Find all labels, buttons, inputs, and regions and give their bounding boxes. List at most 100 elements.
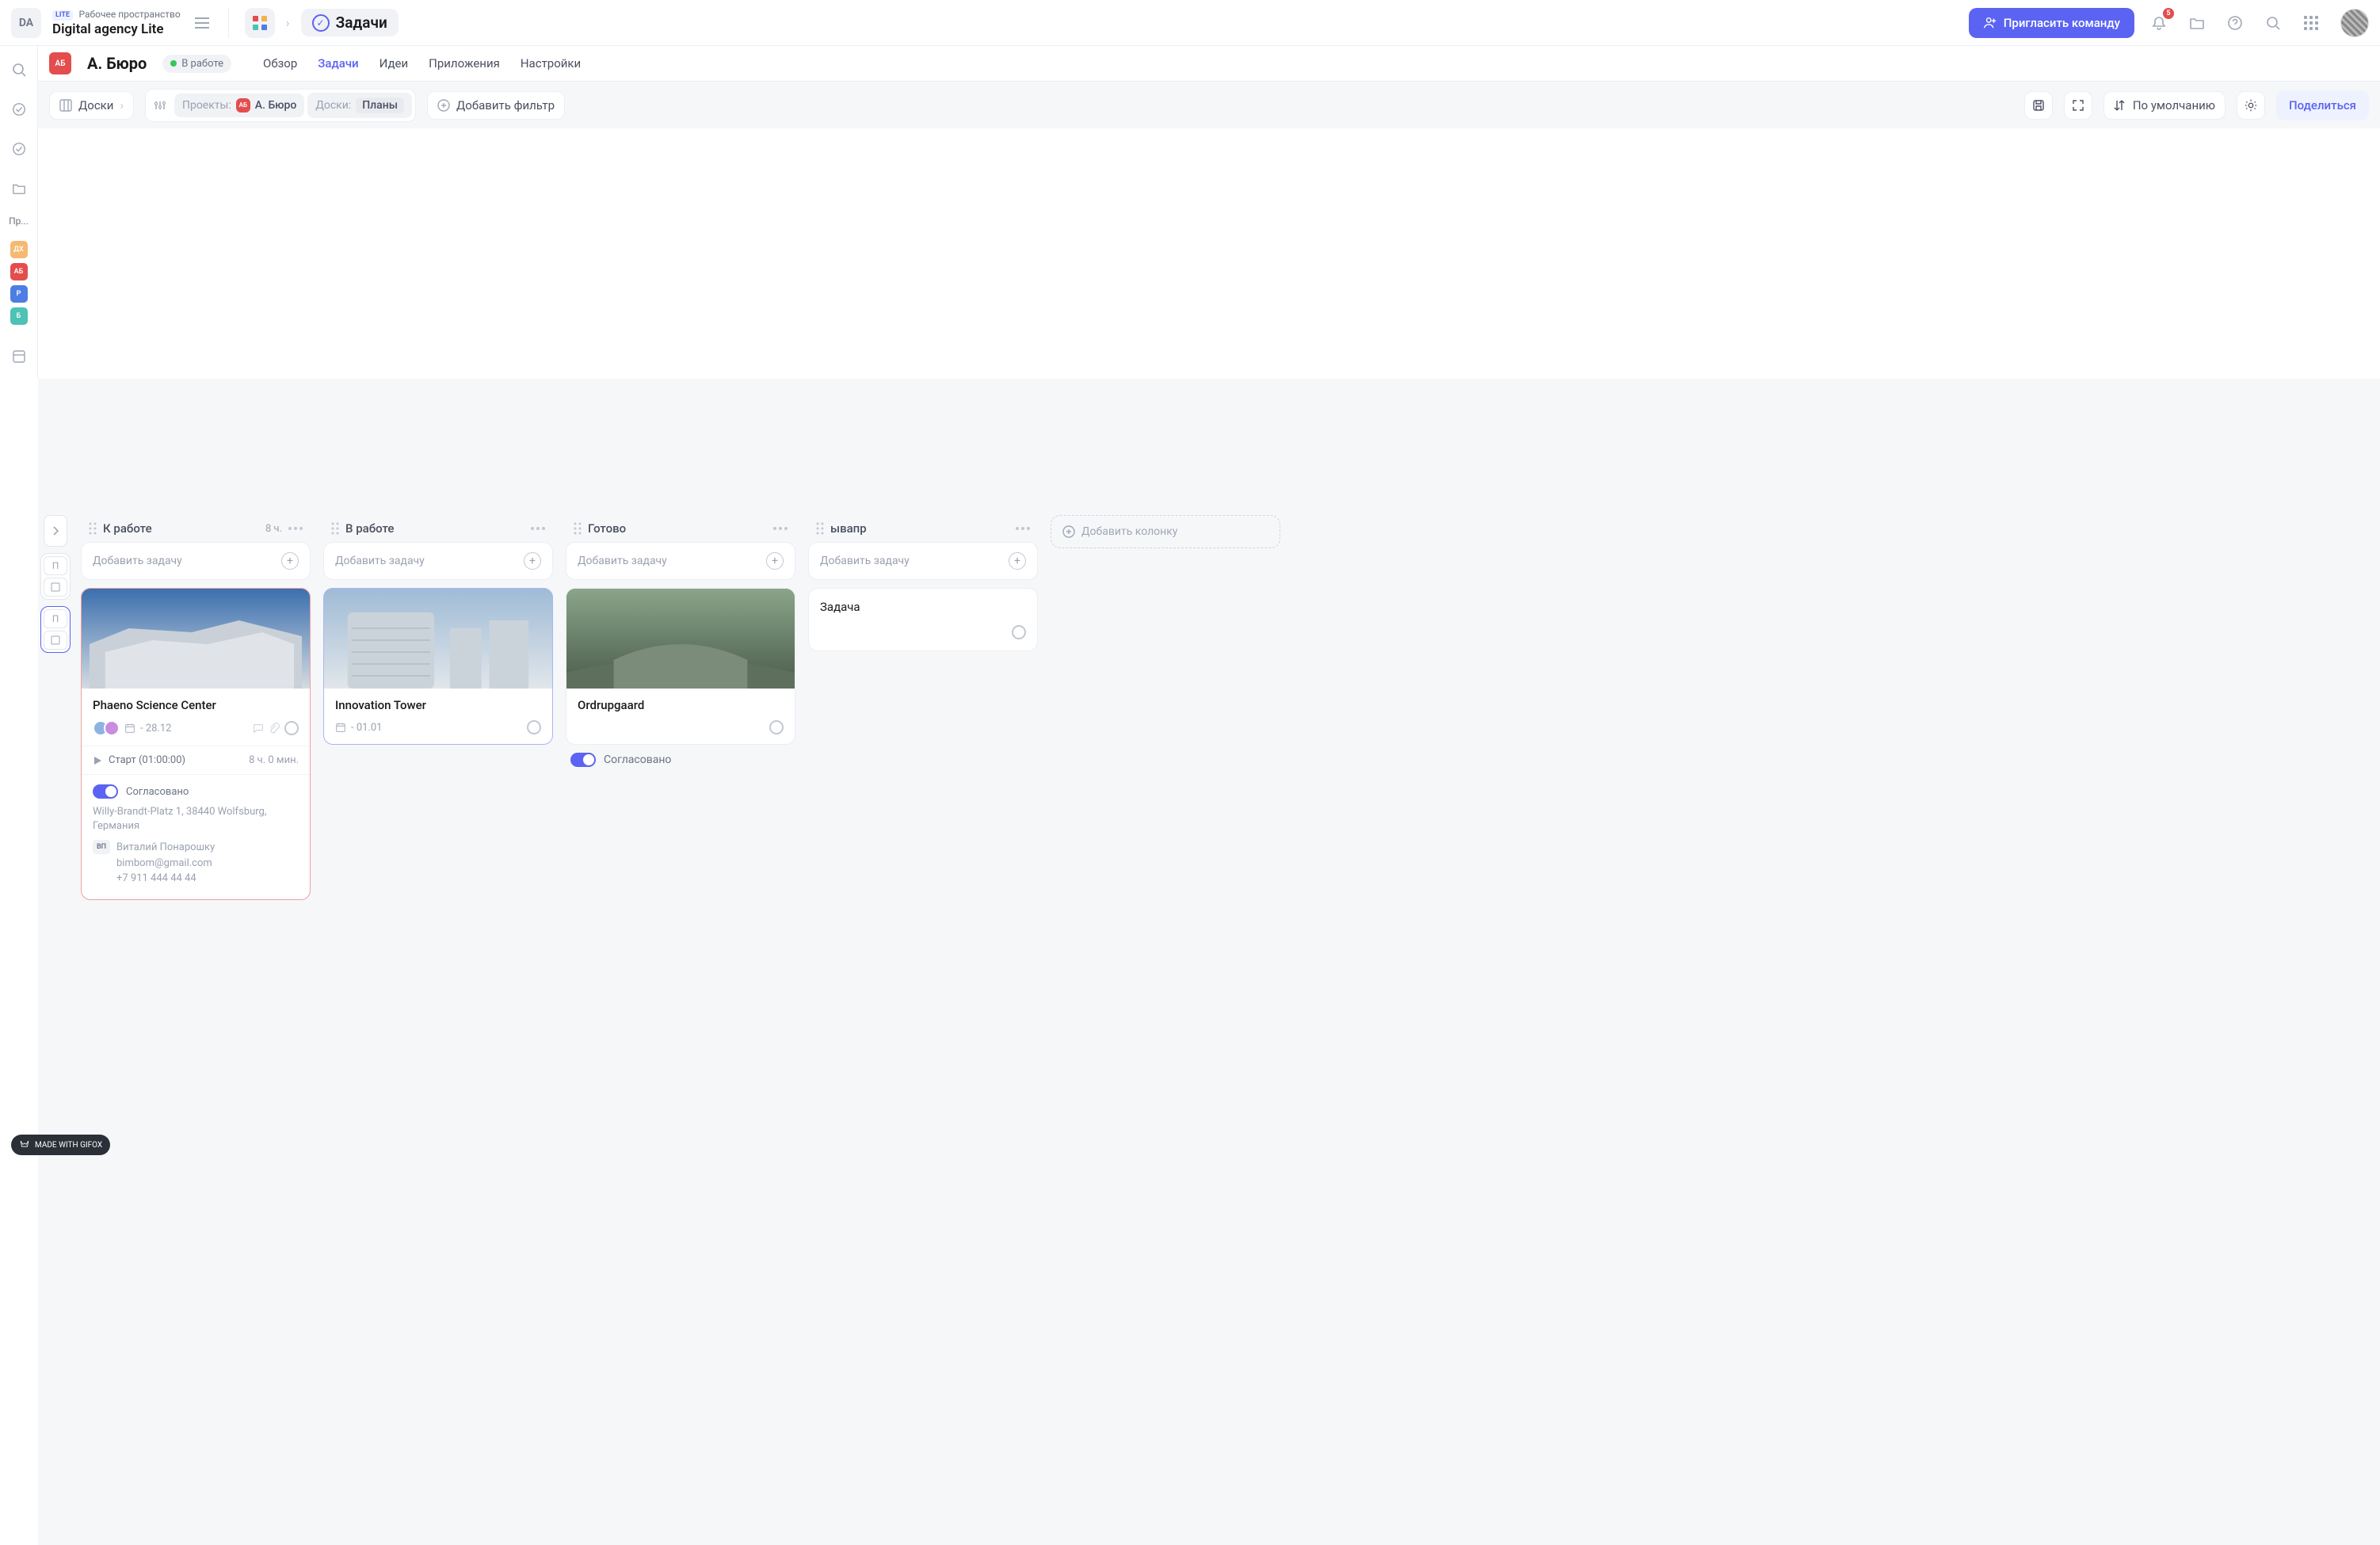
project-badge[interactable]: Б <box>10 307 28 325</box>
filter-projects[interactable]: Проекты: АБ А. Бюро <box>174 93 304 117</box>
boards-view-button[interactable]: Доски › <box>49 91 134 120</box>
sidebar-bottom-button[interactable] <box>6 344 32 369</box>
mini-board-2b[interactable] <box>44 631 67 650</box>
column-header: К работе 8 ч. <box>81 515 311 542</box>
sidebar-item-check1[interactable] <box>6 97 32 122</box>
duration-label: 8 ч. 0 мин. <box>249 754 299 766</box>
card-timer-row[interactable]: Старт (01:00:00) 8 ч. 0 мин. <box>82 746 310 774</box>
status-circle-icon[interactable] <box>1012 625 1026 639</box>
sort-icon <box>2114 99 2125 112</box>
add-task-label: Добавить задачу <box>93 555 182 567</box>
invite-team-button[interactable]: Пригласить команду <box>1969 8 2134 38</box>
column-title[interactable]: ывапр <box>830 521 1009 536</box>
column-title[interactable]: К работе <box>103 521 259 536</box>
sidebar-item-check2[interactable] <box>6 136 32 162</box>
apps-grid-button[interactable] <box>2298 10 2325 36</box>
task-card[interactable]: Phaeno Science Center - 28.12 <box>81 588 311 900</box>
layout-icon <box>12 349 26 364</box>
attachment-icon[interactable] <box>269 723 280 734</box>
card-title: Innovation Tower <box>335 698 541 712</box>
status-circle-icon[interactable] <box>527 720 541 734</box>
filter-boards-value: Планы <box>356 97 404 113</box>
card-date: - 28.12 <box>140 723 171 734</box>
project-badge[interactable]: ДХ <box>10 241 28 258</box>
save-view-button[interactable] <box>2024 91 2053 120</box>
add-task-label: Добавить задачу <box>820 555 910 567</box>
workspace-logo[interactable]: DA <box>11 8 41 38</box>
column-menu-button[interactable] <box>531 527 545 530</box>
add-filter-button[interactable]: Добавить фильтр <box>427 91 565 120</box>
mini-board-1a[interactable]: П <box>44 556 67 575</box>
tab-настройки[interactable]: Настройки <box>521 53 581 74</box>
mini-board-1b[interactable] <box>44 578 67 597</box>
tab-идеи[interactable]: Идеи <box>380 53 409 74</box>
folder-button[interactable] <box>2184 10 2210 36</box>
project-chip[interactable]: АБ <box>49 52 71 74</box>
settings-button[interactable] <box>2237 91 2265 120</box>
task-card[interactable]: Innovation Tower - 01.01 <box>323 588 553 745</box>
workspace-text[interactable]: LITE Рабочее пространство Digital agency… <box>52 8 181 37</box>
tab-задачи[interactable]: Задачи <box>318 53 358 74</box>
tab-приложения[interactable]: Приложения <box>429 53 500 74</box>
project-badge[interactable]: АБ <box>10 263 28 280</box>
column-menu-button[interactable] <box>773 527 788 530</box>
drag-handle-icon[interactable] <box>89 522 97 535</box>
menu-icon[interactable] <box>192 13 212 33</box>
add-task-button[interactable]: Добавить задачу + <box>323 542 553 580</box>
sliders-icon[interactable] <box>149 99 171 112</box>
task-card[interactable]: Задача <box>808 588 1038 651</box>
search-button[interactable] <box>2260 10 2287 36</box>
sort-dropdown[interactable]: По умолчанию <box>2103 91 2226 120</box>
search-icon <box>2265 15 2281 31</box>
add-column-button[interactable]: Добавить колонку <box>1051 515 1280 548</box>
column-title[interactable]: Готово <box>588 521 767 536</box>
assignee-avatars[interactable] <box>93 720 120 736</box>
project-badge[interactable]: Р <box>10 285 28 303</box>
column-menu-button[interactable] <box>1016 527 1030 530</box>
board-main: П П К работе 8 ч. Добавить задачу + <box>38 379 2380 1545</box>
fullscreen-button[interactable] <box>2064 91 2092 120</box>
status-circle-icon[interactable] <box>769 720 784 734</box>
breadcrumb-tasks[interactable]: ✓ Задачи <box>301 9 399 36</box>
board-icon <box>51 582 60 592</box>
card-cover <box>324 589 552 689</box>
comments-icon[interactable] <box>253 723 264 734</box>
contact-email: bimbom@gmail.com <box>116 856 215 872</box>
task-card[interactable]: Ordrupgaard <box>566 588 795 745</box>
contact-badge: ВП <box>93 840 110 854</box>
status-circle-icon[interactable] <box>284 721 299 735</box>
card-title: Задача <box>820 600 1026 614</box>
mini-board-2a[interactable]: П <box>44 609 67 628</box>
notifications-button[interactable]: 5 <box>2145 10 2172 36</box>
project-status[interactable]: В работе <box>162 55 231 73</box>
add-task-button[interactable]: Добавить задачу + <box>81 542 311 580</box>
column-title[interactable]: В работе <box>345 521 524 536</box>
app-switch-button[interactable] <box>245 8 275 38</box>
drag-handle-icon[interactable] <box>331 522 339 535</box>
tab-обзор[interactable]: Обзор <box>263 53 297 74</box>
card-address: Willy-Brandt-Platz 1, 38440 Wolfsburg, Г… <box>93 805 299 834</box>
chevron-right-icon: › <box>120 98 124 113</box>
drag-handle-icon[interactable] <box>816 522 824 535</box>
board-icon <box>59 99 72 112</box>
help-icon <box>2227 15 2243 31</box>
drag-handle-icon[interactable] <box>574 522 582 535</box>
add-task-button[interactable]: Добавить задачу + <box>808 542 1038 580</box>
column-menu-button[interactable] <box>288 527 303 530</box>
card-date: - 01.01 <box>351 722 382 734</box>
filter-boards[interactable]: Доски: Планы <box>307 93 412 118</box>
gear-icon <box>2244 98 2258 113</box>
card-cover <box>566 589 795 689</box>
approved-toggle[interactable] <box>93 784 118 799</box>
approved-toggle[interactable] <box>570 753 596 767</box>
folder-icon <box>12 181 26 196</box>
plus-icon: + <box>524 552 541 570</box>
sidebar-item-folder[interactable] <box>6 176 32 201</box>
share-button[interactable]: Поделиться <box>2276 90 2369 120</box>
add-task-button[interactable]: Добавить задачу + <box>566 542 795 580</box>
search-sidebar-button[interactable] <box>6 57 32 82</box>
check-circle-icon <box>12 142 26 156</box>
expand-panel-button[interactable] <box>44 515 67 547</box>
user-avatar[interactable] <box>2340 9 2369 37</box>
help-button[interactable] <box>2222 10 2248 36</box>
